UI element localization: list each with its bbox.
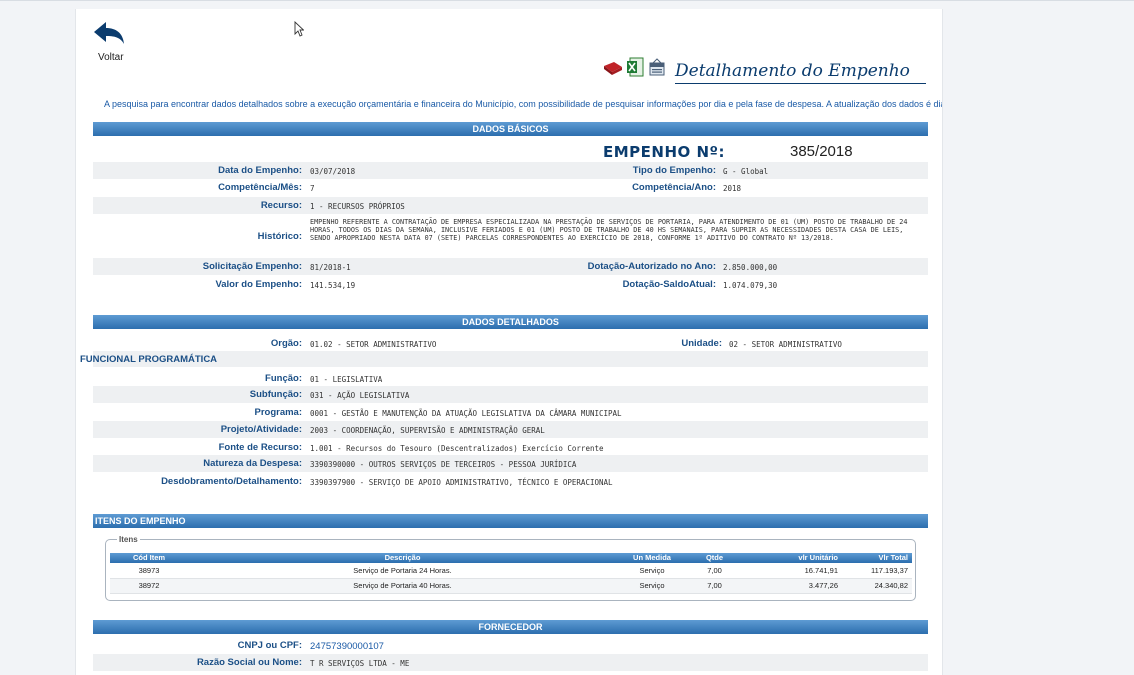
data-empenho-value: 03/07/2018 [310,167,356,176]
subfuncao-value: 031 - AÇÃO LEGISLATIVA [310,391,410,400]
section-fornecedor: FORNECEDOR [93,620,928,634]
funcional-programatica-title: FUNCIONAL PROGRAMÁTICA [80,354,218,365]
table-row: 38973 Serviço de Portaria 24 Horas. Serv… [110,563,912,579]
solicitacao-value: 81/2018-1 [310,263,351,272]
top-border [0,0,1134,1]
competencia-mes-label: Competência/Mês: [218,182,302,193]
razao-social-label: Razão Social ou Nome: [196,657,302,668]
cnpj-label: CNPJ ou CPF: [237,640,302,651]
row-band [93,351,928,367]
cnpj-value: 24757390000107 [310,641,384,652]
natureza-label: Natureza da Despesa: [203,458,302,469]
itens-table: Cód Item Descrição Un Medida Qtde vlr Un… [110,553,912,594]
fonte-label: Fonte de Recurso: [218,442,302,453]
recurso-label: Recurso: [260,200,302,211]
solicitacao-label: Solicitação Empenho: [202,261,302,272]
title-area: Detalhamento do Empenho [603,57,926,87]
row-band [93,386,928,403]
dotacao-saldo-value: 1.074.079,30 [723,281,778,290]
back-arrow-icon [94,22,124,44]
valor-empenho-value: 141.534,19 [310,281,356,290]
competencia-mes-value: 7 [310,184,315,193]
recurso-value: 1 - RECURSOS PRÓPRIOS [310,202,405,211]
dotacao-autorizado-label: Dotação-Autorizado no Ano: [587,261,716,272]
unidade-value: 02 - SETOR ADMINISTRATIVO [729,340,842,349]
cell-vlr-total: 117.193,37 [842,563,912,579]
projeto-label: Projeto/Atividade: [220,424,302,435]
dotacao-saldo-label: Dotação-SaldoAtual: [622,279,716,290]
tipo-empenho-value: G - Global [723,167,769,176]
projeto-value: 2003 - COORDENAÇÃO, SUPERVISÃO E ADMINIS… [310,426,545,435]
data-empenho-label: Data do Empenho: [218,165,302,176]
cell-vlr-unitario: 16.741,91 [742,563,842,579]
tipo-empenho-label: Tipo do Empenho: [632,165,716,176]
section-dados-basicos: DADOS BÁSICOS [93,122,928,136]
unidade-label: Unidade: [681,338,722,349]
section-itens-empenho: ITENS DO EMPENHO [93,514,928,528]
table-row: 38972 Serviço de Portaria 40 Horas. Serv… [110,578,912,594]
empenho-number-label: EMPENHO Nº: [603,143,726,161]
section-dados-detalhados: DADOS DETALHADOS [93,315,928,329]
back-label: Voltar [98,52,124,63]
excel-export-icon[interactable] [626,57,644,77]
cell-descricao: Serviço de Portaria 24 Horas. [188,563,617,579]
back-button[interactable]: Voltar [92,16,132,63]
programa-label: Programa: [254,407,302,418]
col-cod-item[interactable]: Cód Item [110,553,188,563]
funcao-value: 01 - LEGISLATIVA [310,375,383,384]
page-intro: A pesquisa para encontrar dados detalhad… [104,99,943,109]
cell-cod-item: 38972 [110,578,188,594]
col-vlr-total[interactable]: Vlr Total [842,553,912,563]
itens-legend: Itens [117,535,140,544]
col-qtde[interactable]: Qtde [687,553,742,563]
col-descricao[interactable]: Descrição [188,553,617,563]
cell-un-medida: Serviço [617,563,687,579]
competencia-ano-value: 2018 [723,184,742,193]
historico-value: EMPENHO REFERENTE A CONTRATAÇÃO DE EMPRE… [310,218,908,243]
cell-cod-item: 38973 [110,563,188,579]
cell-vlr-total: 24.340,82 [842,578,912,594]
desdobramento-label: Desdobramento/Detalhamento: [161,476,302,487]
col-vlr-unitario[interactable]: vlr Unitário [742,553,842,563]
subfuncao-label: Subfunção: [249,389,302,400]
competencia-ano-label: Competência/Ano: [632,182,716,193]
cell-descricao: Serviço de Portaria 40 Horas. [188,578,617,594]
row-band [93,197,928,214]
csv-export-icon[interactable] [648,58,666,78]
mouse-cursor-icon [294,21,304,37]
cell-vlr-unitario: 3.477,26 [742,578,842,594]
historico-label: Histórico: [257,231,302,242]
cell-qtde: 7,00 [687,578,742,594]
dotacao-autorizado-value: 2.850.000,00 [723,263,778,272]
orgao-value: 01.02 - SETOR ADMINISTRATIVO [310,340,437,349]
page-sheet: Voltar Detalhamento do Empenho A pesquis… [75,9,943,675]
programa-value: 0001 - GESTÃO E MANUTENÇÃO DA ATUAÇÃO LE… [310,409,622,418]
title-underline [675,83,926,84]
natureza-value: 3390390000 - OUTROS SERVIÇOS DE TERCEIRO… [310,460,577,469]
valor-empenho-label: Valor do Empenho: [215,279,302,290]
empenho-number: 385/2018 [790,143,853,160]
desdobramento-value: 3390397900 - SERVIÇO DE APOIO ADMINISTRA… [310,478,613,487]
cell-qtde: 7,00 [687,563,742,579]
fonte-value: 1.001 - Recursos do Tesouro (Descentrali… [310,444,604,453]
razao-social-value: T R SERVIÇOS LTDA - ME [310,659,410,668]
funcao-label: Função: [265,373,302,384]
cell-un-medida: Serviço [617,578,687,594]
col-un-medida[interactable]: Un Medida [617,553,687,563]
pdf-export-icon[interactable] [603,60,623,76]
page-title: Detalhamento do Empenho [675,61,910,81]
orgao-label: Orgão: [270,338,302,349]
